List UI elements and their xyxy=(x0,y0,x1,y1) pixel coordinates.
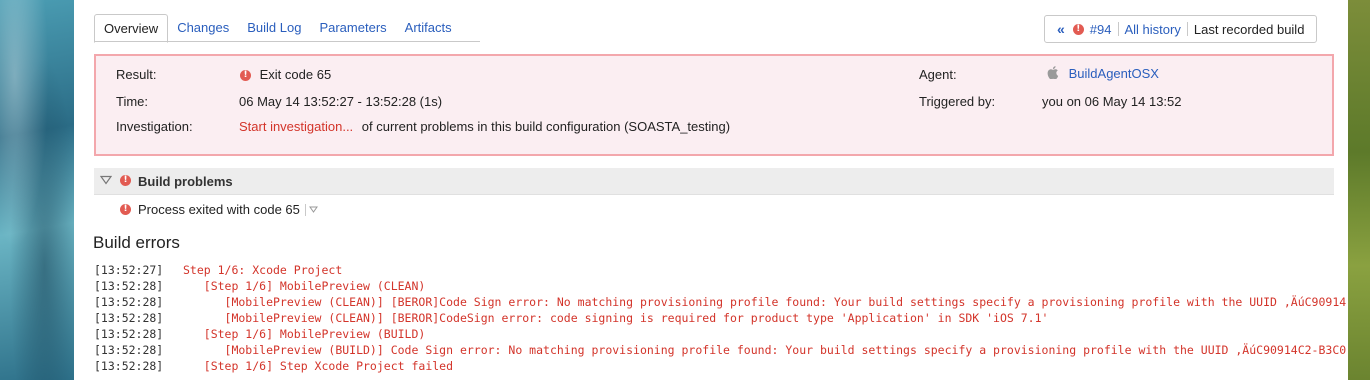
tab-parameters[interactable]: Parameters xyxy=(310,14,396,42)
log-row: [13:52:28] [MobilePreview (CLEAN)] [BERO… xyxy=(94,294,1348,310)
log-row: [13:52:28] [Step 1/6] Step Xcode Project… xyxy=(94,358,1348,374)
log-row: [13:52:27] Step 1/6: Xcode Project xyxy=(94,262,1348,278)
log-message: [Step 1/6] Step Xcode Project failed xyxy=(183,359,454,373)
error-circle-icon: ! xyxy=(1072,23,1084,35)
investigation-label: Investigation: xyxy=(116,119,193,134)
log-timestamp: [13:52:28] xyxy=(94,279,164,293)
tab-underline xyxy=(94,41,480,42)
agent-value: BuildAgentOSX xyxy=(1047,66,1159,81)
history-nav: « ! #94 All history Last recorded build xyxy=(1044,15,1318,43)
triggered-by-label: Triggered by: xyxy=(919,94,996,109)
log-row: [13:52:28] [MobilePreview (BUILD)] Code … xyxy=(94,342,1348,358)
investigation-text: of current problems in this build config… xyxy=(361,119,731,134)
desktop-wallpaper-right xyxy=(1348,0,1370,380)
build-errors-title: Build errors xyxy=(93,233,180,252)
error-circle-icon: ! xyxy=(240,70,251,82)
result-text: Exit code 65 xyxy=(259,67,332,82)
apple-icon xyxy=(1047,66,1059,79)
build-problems-header[interactable]: ! Build problems xyxy=(94,168,1334,195)
log-message: Step 1/6: Xcode Project xyxy=(183,263,343,277)
triangle-down-icon[interactable] xyxy=(100,175,112,185)
log-timestamp: [13:52:27] xyxy=(94,263,164,277)
log-timestamp: [13:52:28] xyxy=(94,359,164,373)
agent-link[interactable]: BuildAgentOSX xyxy=(1069,66,1159,81)
tab-overview[interactable]: Overview xyxy=(94,14,169,43)
problem-text: Process exited with code 65 xyxy=(138,202,300,217)
log-timestamp: [13:52:28] xyxy=(94,311,164,325)
start-investigation-link[interactable]: Start investigation... xyxy=(239,119,353,134)
problem-menu-button[interactable] xyxy=(304,203,318,216)
error-circle-icon: ! xyxy=(120,175,131,186)
log-message: [MobilePreview (BUILD)] Code Sign error:… xyxy=(183,343,1347,357)
log-message: [MobilePreview (CLEAN)] [BEROR]Code Sign… xyxy=(183,295,1347,309)
last-recorded-build-label: Last recorded build xyxy=(1193,21,1305,37)
agent-label: Agent: xyxy=(919,67,957,82)
desktop-wallpaper-left xyxy=(0,0,74,380)
tab-bar: Overview Changes Build Log Parameters Ar… xyxy=(94,14,461,43)
previous-arrow-icon[interactable]: « xyxy=(1057,21,1065,37)
log-message: [MobilePreview (CLEAN)] [BEROR]CodeSign … xyxy=(183,311,1049,325)
log-row: [13:52:28] [Step 1/6] MobilePreview (CLE… xyxy=(94,278,1348,294)
list-item: ! Process exited with code 65 xyxy=(120,202,318,217)
time-label: Time: xyxy=(116,94,149,109)
build-summary-panel: Result: ! Exit code 65 Time: 06 May 14 1… xyxy=(94,54,1334,156)
previous-build-link[interactable]: « ! #94 xyxy=(1051,21,1118,37)
log-message: [Step 1/6] MobilePreview (CLEAN) xyxy=(183,279,426,293)
log-message: [Step 1/6] MobilePreview (BUILD) xyxy=(183,327,426,341)
log-timestamp: [13:52:28] xyxy=(94,343,164,357)
build-number-link[interactable]: #94 xyxy=(1090,22,1112,37)
build-results-page: Overview Changes Build Log Parameters Ar… xyxy=(74,0,1348,380)
tab-artifacts[interactable]: Artifacts xyxy=(395,14,461,42)
log-row: [13:52:28] [Step 1/6] MobilePreview (BUI… xyxy=(94,326,1348,342)
tab-build-log[interactable]: Build Log xyxy=(238,14,311,42)
all-history-link[interactable]: All history xyxy=(1119,22,1187,37)
log-row: [13:52:28] [MobilePreview (CLEAN)] [BERO… xyxy=(94,310,1348,326)
chevron-down-icon[interactable] xyxy=(308,206,318,213)
log-timestamp: [13:52:28] xyxy=(94,327,164,341)
triggered-by-value: you on 06 May 14 13:52 xyxy=(1042,94,1182,109)
log-timestamp: [13:52:28] xyxy=(94,295,164,309)
build-errors-log: [13:52:27] Step 1/6: Xcode Project [13:52… xyxy=(94,262,1348,374)
error-circle-icon: ! xyxy=(120,204,131,215)
tab-changes[interactable]: Changes xyxy=(168,14,239,42)
build-problems-title: Build problems xyxy=(138,174,233,189)
time-value: 06 May 14 13:52:27 - 13:52:28 (1s) xyxy=(239,94,443,109)
result-value: ! Exit code 65 xyxy=(240,67,331,82)
investigation-value: Start investigation... of current proble… xyxy=(239,119,730,134)
result-label: Result: xyxy=(116,67,157,82)
